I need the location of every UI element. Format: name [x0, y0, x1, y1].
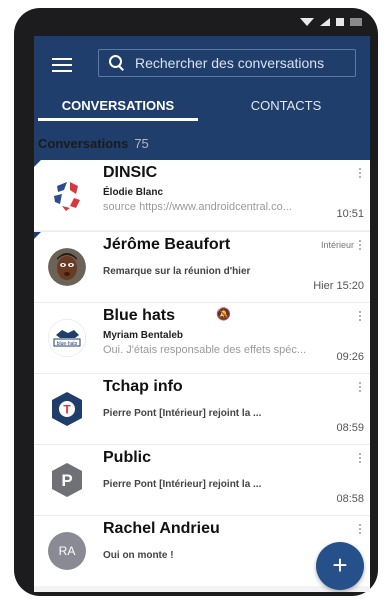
timestamp: Hier 15:20 [313, 280, 364, 292]
last-message: Oui. J'étais responsable des effets spéc… [103, 344, 307, 356]
bell-off-icon: 🔕 [216, 307, 231, 321]
room-name: Public [103, 449, 152, 466]
last-sender: Élodie Blanc [103, 187, 164, 198]
room-name: Blue hats [103, 307, 176, 324]
room-row-tchap-info[interactable]: T Tchap info Pierre Pont [Intérieur] rej… [34, 373, 370, 444]
room-name: DINSIC [103, 164, 158, 181]
battery-icon [336, 18, 344, 26]
public-logo-letter: P [61, 471, 72, 490]
app-screen: Rechercher des conversations CONVERSATIO… [34, 36, 370, 592]
search-icon [105, 52, 127, 74]
section-title: Conversations [38, 136, 129, 151]
avatar: RA [48, 532, 86, 570]
section-count: 75 [134, 136, 149, 151]
last-message: Oui on monte ! [103, 550, 174, 561]
avatar: T [48, 390, 86, 428]
conversations-section-header: Conversations 75 [34, 136, 370, 158]
unread-marker [34, 232, 41, 239]
status-bar [300, 16, 362, 28]
room-row-jerome-beaufort[interactable]: Jérôme Beaufort Intérieur Remarque sur l… [34, 231, 370, 302]
tchap-logo-letter: T [63, 403, 71, 417]
search-placeholder: Rechercher des conversations [135, 55, 325, 71]
tab-contacts[interactable]: CONTACTS [202, 96, 370, 124]
more-vert-icon[interactable] [359, 240, 362, 252]
room-row-public[interactable]: P Public Pierre Pont [Intérieur] rejoint… [34, 444, 370, 515]
more-vert-icon[interactable] [359, 524, 362, 536]
room-name: Tchap info [103, 378, 183, 395]
timestamp: 08:59 [336, 422, 364, 434]
last-message: Pierre Pont [Intérieur] rejoint la ... [103, 479, 262, 490]
wifi-icon [300, 18, 314, 26]
more-vert-icon[interactable] [359, 311, 362, 323]
room-row-blue-hats[interactable]: blue·hats Blue hats 🔕 Myriam Bentaleb Ou… [34, 302, 370, 373]
room-tag: Intérieur [320, 240, 354, 250]
timestamp: 09:26 [336, 351, 364, 363]
avatar [48, 176, 86, 214]
unread-marker [34, 160, 41, 167]
status-icon [350, 18, 362, 26]
avatar: blue·hats [48, 319, 86, 357]
more-vert-icon[interactable] [359, 168, 362, 180]
active-tab-indicator [38, 118, 198, 121]
avatar [48, 248, 86, 286]
last-message: source https://www.androidcentral.co... [103, 201, 292, 213]
search-input[interactable]: Rechercher des conversations [98, 49, 356, 77]
timestamp: 10:51 [336, 208, 364, 220]
menu-icon[interactable] [52, 58, 72, 74]
blue-hats-logo-text: blue·hats [57, 341, 78, 347]
room-name: Rachel Andrieu [103, 520, 220, 537]
avatar: P [48, 461, 86, 499]
last-message: Pierre Pont [Intérieur] rejoint la ... [103, 408, 262, 419]
new-conversation-button[interactable]: + [316, 542, 364, 590]
room-name: Jérôme Beaufort [103, 236, 231, 253]
timestamp: 08:58 [336, 493, 364, 505]
signal-icon [320, 18, 330, 26]
last-message: Remarque sur la réunion d'hier [103, 266, 251, 277]
last-sender: Myriam Bentaleb [103, 330, 184, 341]
more-vert-icon[interactable] [359, 453, 362, 465]
more-vert-icon[interactable] [359, 382, 362, 394]
room-row-dinsic[interactable]: DINSIC Élodie Blanc source https://www.a… [34, 160, 370, 230]
